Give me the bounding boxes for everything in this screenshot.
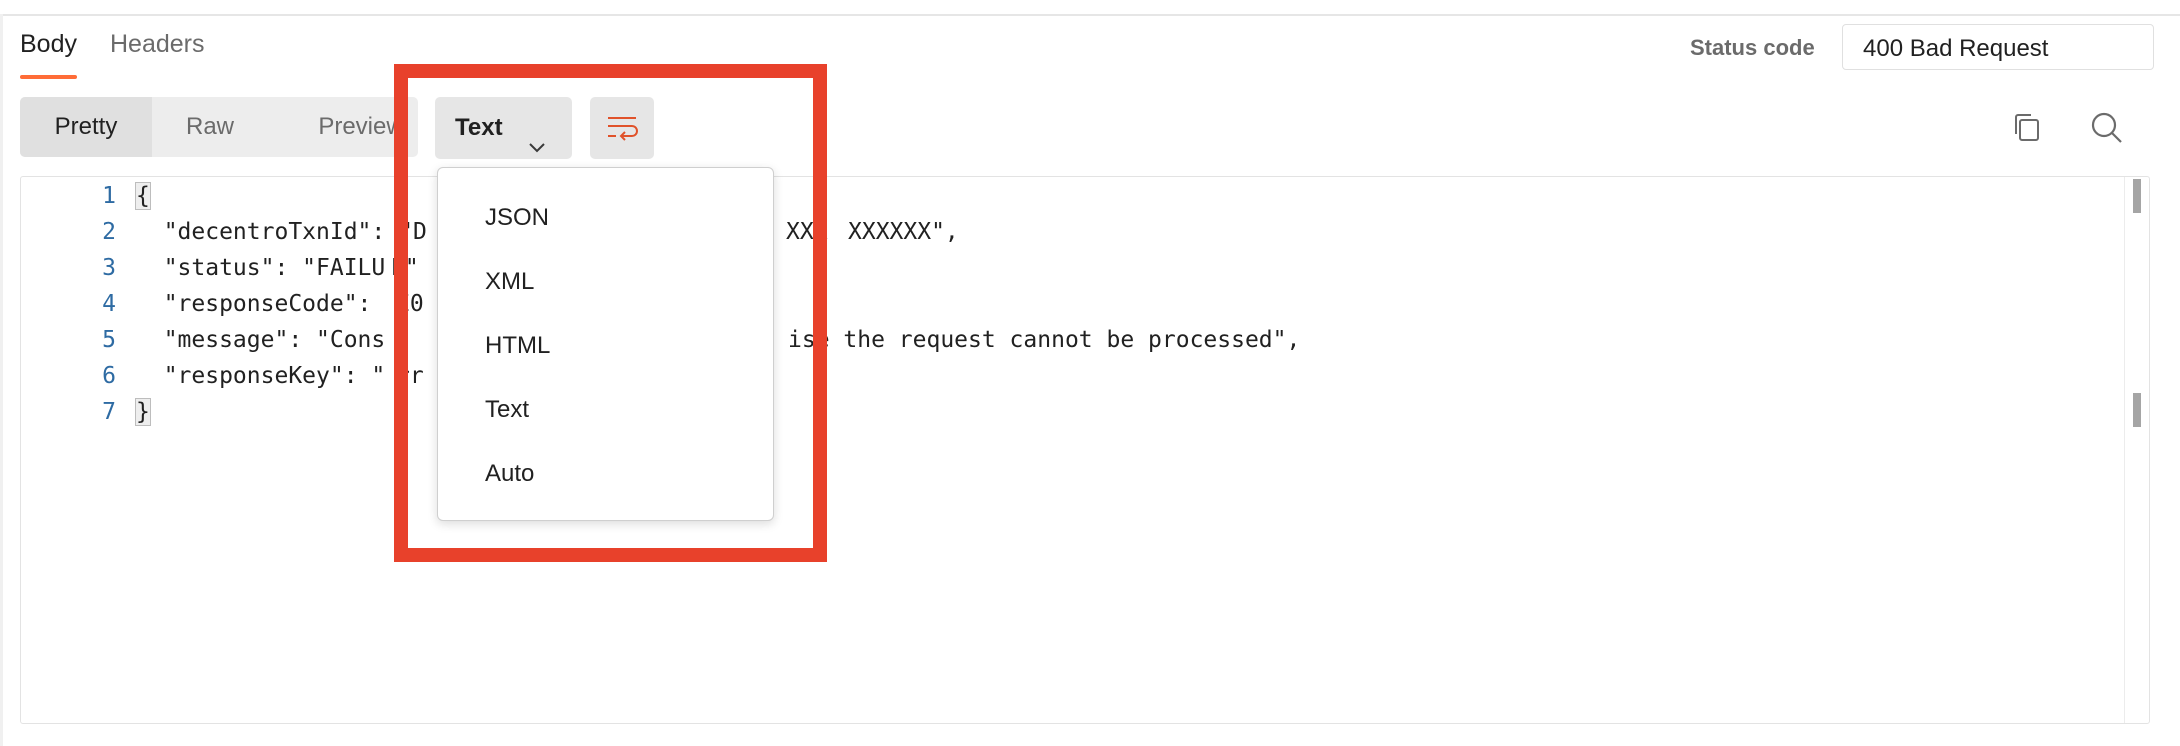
active-tab-indicator — [20, 75, 77, 79]
code-fragment: XXXXXX", — [848, 219, 959, 245]
view-mode-raw[interactable]: Raw — [160, 97, 260, 157]
view-mode-pretty[interactable]: Pretty — [20, 97, 152, 157]
code-line: "message": "Cons — [136, 327, 386, 353]
code-fragment: ise the request cannot be processed", — [788, 327, 1301, 353]
line-number: 6 — [102, 363, 116, 389]
code-line: "status": "FAILU — [136, 255, 386, 281]
line-number: 5 — [102, 327, 116, 353]
view-mode-selector: Pretty Raw Preview — [20, 97, 418, 157]
tab-body[interactable]: Body — [20, 30, 77, 59]
code-line: "decentroTxnId": "D — [136, 219, 427, 245]
line-number: 3 — [102, 255, 116, 281]
editor-scrollbar[interactable] — [2124, 177, 2149, 723]
code-line: } — [135, 398, 151, 426]
line-number: 7 — [102, 399, 116, 425]
copy-icon[interactable] — [2012, 112, 2042, 149]
top-divider — [0, 14, 2180, 16]
line-number-gutter: 1 2 3 4 5 6 7 — [21, 177, 116, 723]
code-line: "responseCode": — [136, 291, 386, 317]
line-number: 4 — [102, 291, 116, 317]
status-code-label: Status code — [1690, 35, 1815, 60]
search-icon[interactable] — [2090, 111, 2124, 150]
highlight-annotation-box — [394, 64, 827, 562]
scrollbar-thumb[interactable] — [2133, 179, 2141, 213]
status-code-value: 400 Bad Request — [1842, 24, 2154, 70]
code-line: { — [135, 182, 151, 210]
left-divider — [0, 14, 3, 746]
line-number: 1 — [102, 183, 116, 209]
response-body-editor[interactable]: 1 2 3 4 5 6 7 { "decentroTxnId": "D "sta… — [20, 176, 2150, 724]
scrollbar-marker — [2133, 393, 2141, 427]
tab-headers[interactable]: Headers — [110, 30, 205, 59]
code-line: "responseKey": " — [136, 363, 386, 389]
line-number: 2 — [102, 219, 116, 245]
